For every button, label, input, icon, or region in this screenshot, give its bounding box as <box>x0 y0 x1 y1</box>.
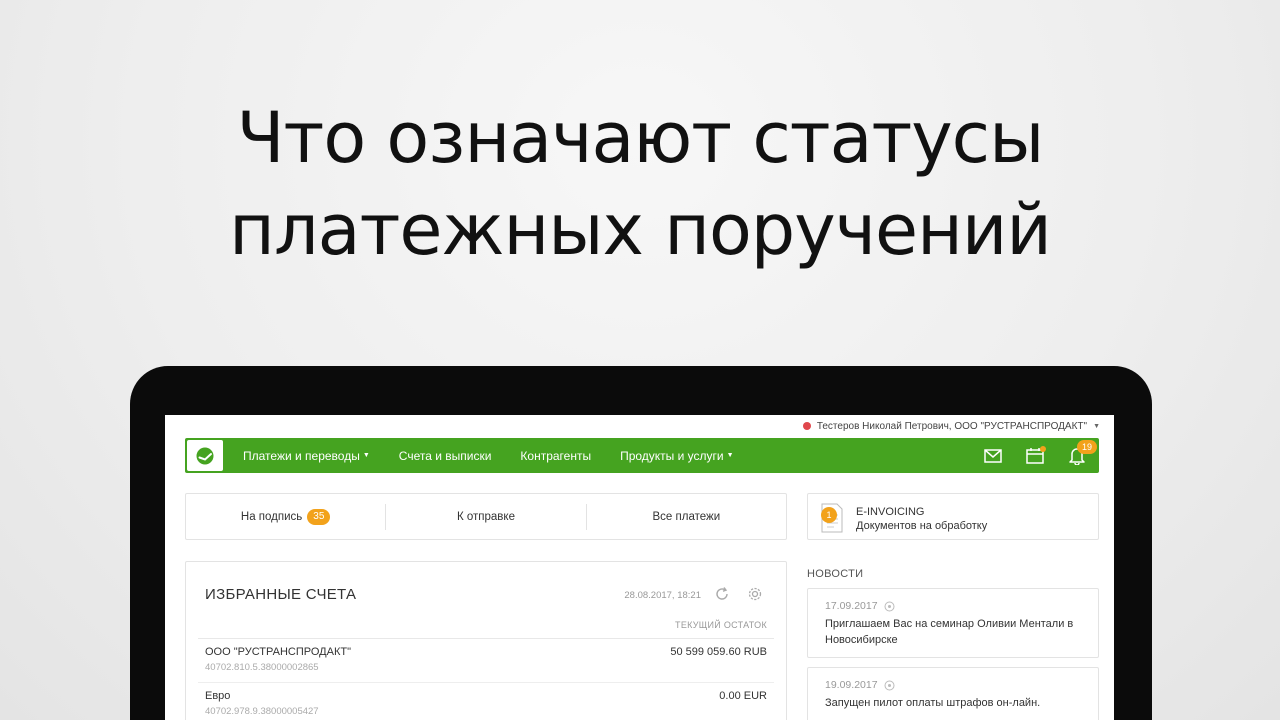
status-indicator-icon <box>802 422 811 430</box>
nav-payments-label: Платежи и переводы <box>243 448 360 463</box>
user-menu[interactable]: Тестеров Николай Петрович, ООО "РУСТРАНС… <box>802 419 1100 433</box>
news-text: Запущен пилот оплаты штрафов он-лайн. <box>825 697 1041 709</box>
headline-line-2: платежных поручений <box>229 189 1052 271</box>
news-item[interactable]: 19.09.2017 Запущен пилот оплаты штрафов … <box>807 667 1099 720</box>
favorites-updated-time: 28.08.2017, 18:21 <box>624 590 701 601</box>
news-heading: НОВОСТИ <box>807 568 864 580</box>
gear-icon[interactable] <box>747 586 763 607</box>
calendar-alert-dot <box>1040 445 1046 452</box>
account-balance: 0.00 EUR <box>719 690 767 702</box>
bank-logo[interactable] <box>187 440 223 471</box>
news-item[interactable]: 17.09.2017 Приглашаем Вас на семинар Оли… <box>807 588 1099 658</box>
nav-products-label: Продукты и услуги <box>620 448 724 463</box>
news-text: Приглашаем Вас на семинар Оливии Ментали… <box>825 618 1074 646</box>
nav-products[interactable]: Продукты и услуги ▼ <box>620 449 733 463</box>
payment-tabs: На подпись 35 К отправке Все платежи <box>185 493 787 540</box>
bell-icon[interactable]: 19 <box>1067 439 1097 466</box>
einvoicing-card[interactable]: 1 E-INVOICING Документов на обработку <box>807 493 1099 540</box>
favorite-accounts-title: ИЗБРАННЫЕ СЧЕТА <box>205 586 357 603</box>
account-number: 40702.978.9.38000005427 <box>205 706 319 717</box>
share-icon <box>884 680 895 690</box>
news-date: 19.09.2017 <box>825 679 895 691</box>
news-date: 17.09.2017 <box>825 600 895 612</box>
user-name: Тестеров Николай Петрович, ООО "РУСТРАНС… <box>816 420 1088 432</box>
nav-payments[interactable]: Платежи и переводы ▼ <box>243 449 370 463</box>
chevron-down-icon: ▼ <box>726 452 734 459</box>
headline: Что означают статусы платежных поручений <box>0 92 1280 276</box>
news-date-text: 17.09.2017 <box>825 600 878 612</box>
logo-icon <box>196 447 214 464</box>
account-balance: 50 599 059.60 RUB <box>670 646 767 658</box>
divider <box>198 682 774 683</box>
tab-to-sign-badge: 35 <box>307 508 331 525</box>
nav-accounts[interactable]: Счета и выписки <box>399 449 492 463</box>
nav-icon-group: 19 <box>983 439 1097 466</box>
share-icon <box>884 601 895 611</box>
nav-counterparties-label: Контрагенты <box>520 448 592 463</box>
main-navbar: Платежи и переводы ▼ Счета и выписки Кон… <box>185 438 1099 473</box>
chevron-down-icon: ▼ <box>1093 422 1100 430</box>
banking-app-screen: Тестеров Николай Петрович, ООО "РУСТРАНС… <box>165 415 1114 720</box>
tab-all-payments[interactable]: Все платежи <box>585 503 786 530</box>
einvoicing-badge: 1 <box>821 507 837 523</box>
calendar-icon[interactable] <box>1025 445 1046 466</box>
einvoicing-subtitle: Документов на обработку <box>856 520 988 532</box>
document-icon: 1 <box>818 502 844 534</box>
chevron-down-icon: ▼ <box>362 452 370 459</box>
account-number: 40702.810.5.38000002865 <box>205 662 319 673</box>
refresh-icon[interactable] <box>714 586 730 607</box>
headline-line-1: Что означают статусы <box>236 97 1045 179</box>
account-name: Евро <box>205 690 231 702</box>
einvoicing-title: E-INVOICING <box>856 506 925 518</box>
mail-icon[interactable] <box>983 446 1003 466</box>
nav-counterparties[interactable]: Контрагенты <box>520 449 591 463</box>
news-date-text: 19.09.2017 <box>825 679 878 691</box>
favorite-accounts-card: ИЗБРАННЫЕ СЧЕТА 28.08.2017, 18:21 ТЕКУЩИ… <box>185 561 787 720</box>
tab-to-sign-label: На подпись <box>240 510 303 523</box>
current-balance-header: ТЕКУЩИЙ ОСТАТОК <box>675 620 767 630</box>
tab-to-send[interactable]: К отправке <box>385 503 585 530</box>
tab-to-send-label: К отправке <box>456 510 515 523</box>
notifications-badge: 19 <box>1077 439 1097 454</box>
account-row[interactable]: Евро 40702.978.9.38000005427 0.00 EUR <box>205 690 767 717</box>
tab-all-payments-label: Все платежи <box>652 510 721 523</box>
tab-to-sign[interactable]: На подпись 35 <box>186 504 385 530</box>
divider <box>198 638 774 639</box>
account-row[interactable]: ООО "РУСТРАНСПРОДАКТ" 40702.810.5.380000… <box>205 646 767 673</box>
nav-accounts-label: Счета и выписки <box>398 448 492 463</box>
